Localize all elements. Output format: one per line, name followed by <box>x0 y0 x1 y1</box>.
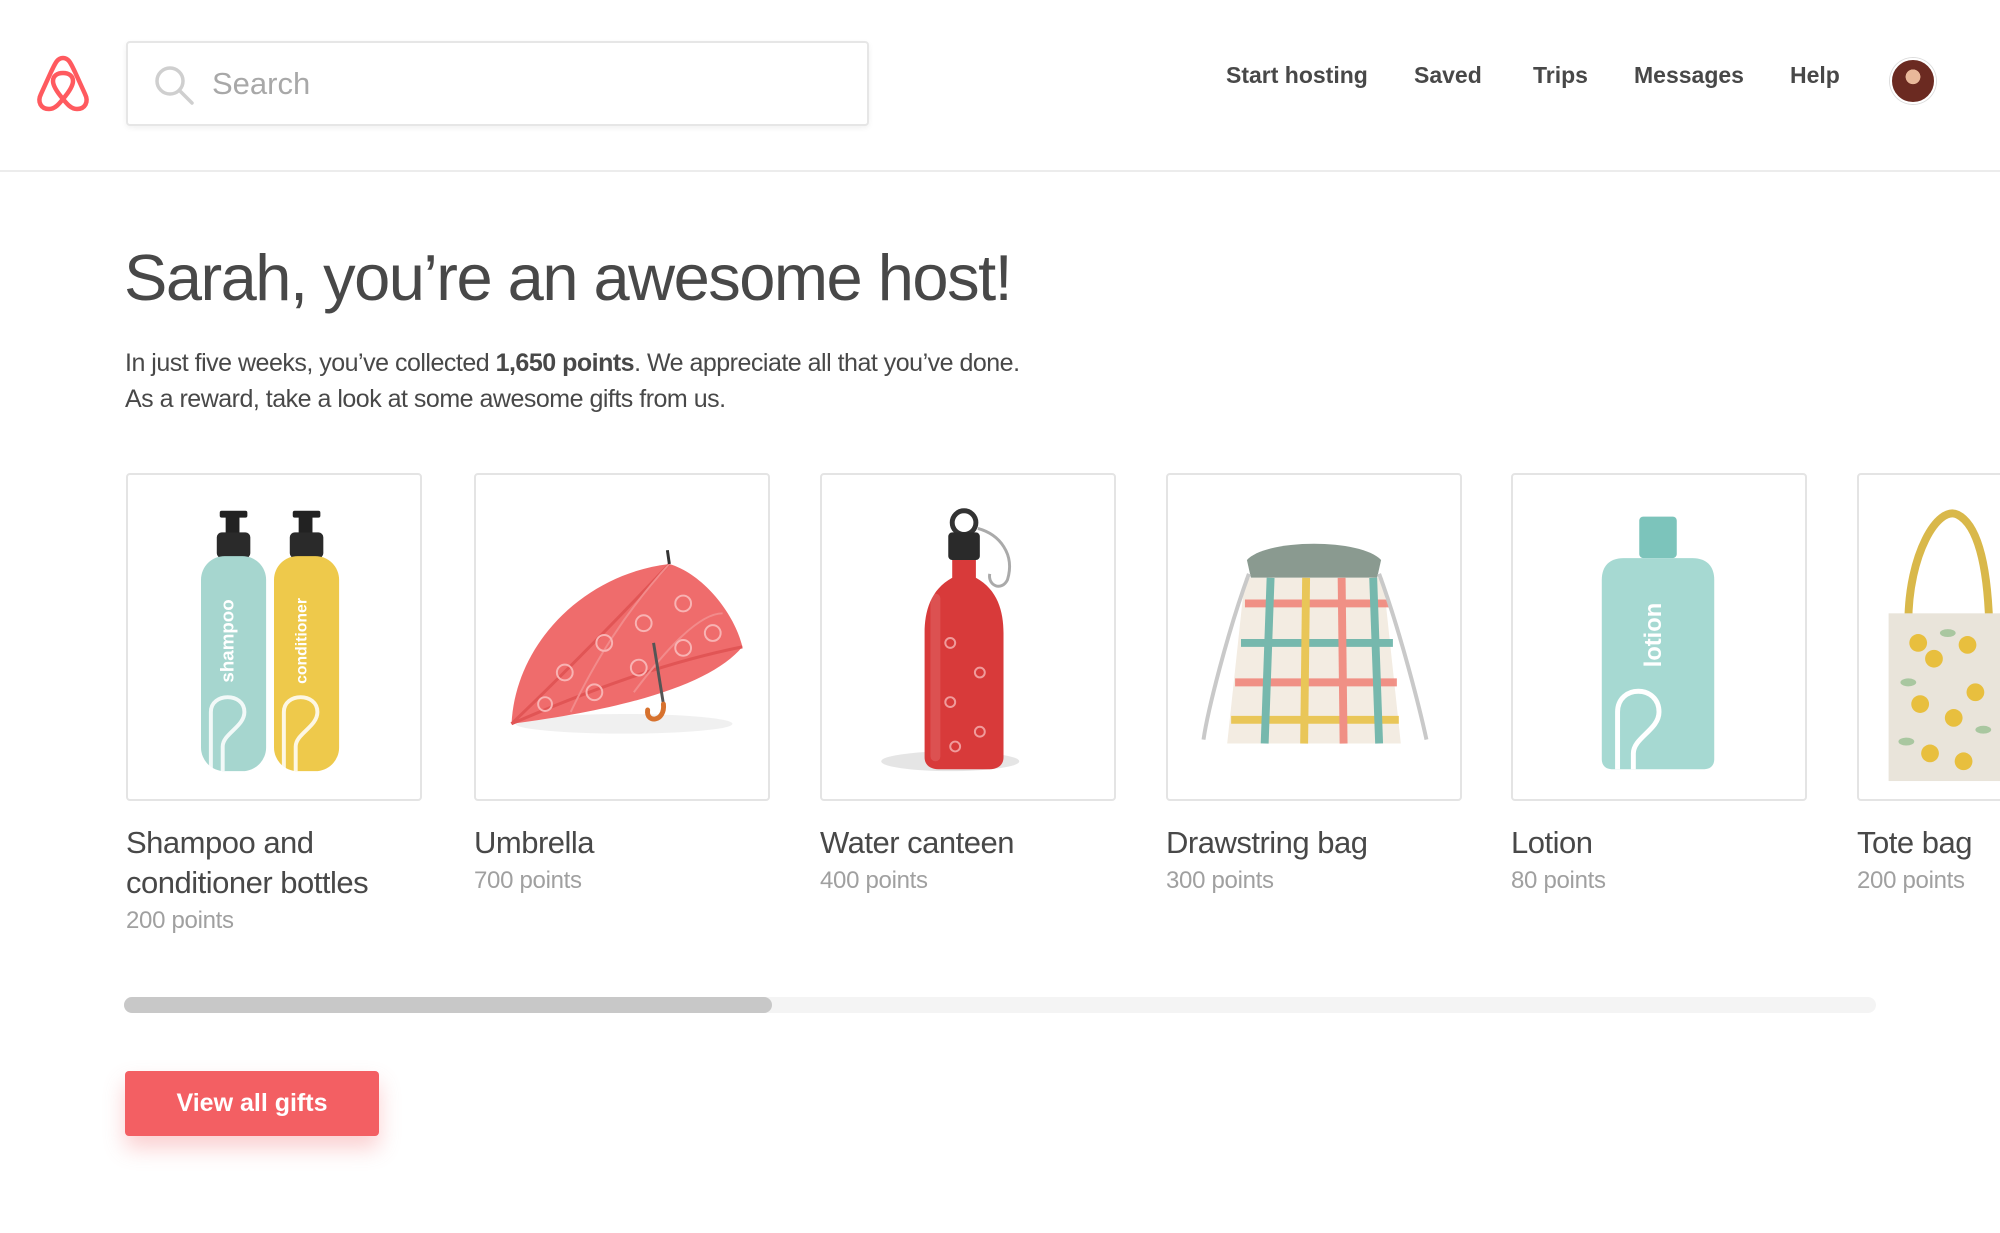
gift-points: 700 points <box>474 867 582 894</box>
drawstring-bag-icon <box>1201 543 1429 744</box>
tote-bag-icon <box>1888 509 2000 782</box>
gift-name: Water canteen <box>820 825 1014 860</box>
gift-image <box>820 473 1116 801</box>
gift-points: 200 points <box>1857 867 1965 894</box>
gift-name: Umbrella <box>474 825 595 860</box>
nav-trips[interactable]: Trips <box>1533 62 1588 89</box>
carousel-scrollbar-thumb[interactable] <box>124 997 773 1013</box>
gift-image: shampoo conditioner <box>126 473 422 801</box>
intro-text-start: In just five weeks, you’ve collected <box>125 349 496 377</box>
intro-text-end: . We appreciate all that you’ve done. <box>634 349 1020 377</box>
carousel-scrollbar[interactable] <box>124 997 1876 1013</box>
gift-points: 300 points <box>1166 867 1274 894</box>
nav-saved[interactable]: Saved <box>1414 62 1482 89</box>
page-title: Sarah, you’re an awesome host! <box>124 241 1013 314</box>
avatar[interactable] <box>1890 58 1936 104</box>
lotion-bottle-icon: lotion <box>1601 516 1715 770</box>
nav-messages[interactable]: Messages <box>1634 62 1744 89</box>
gift-image <box>474 473 770 801</box>
gift-card-drawstring-bag[interactable]: Drawstring bag 300 points <box>1166 473 1462 899</box>
bottle-label-lotion: lotion <box>1641 603 1667 667</box>
shampoo-conditioner-bottles-icon: shampoo conditioner <box>201 510 340 772</box>
bottle-label-conditioner: conditioner <box>294 598 311 684</box>
gift-name: Lotion <box>1511 825 1593 860</box>
bottle-label-shampoo: shampoo <box>217 599 238 682</box>
points-total: 1,650 points <box>495 349 635 377</box>
intro-text: In just five weeks, you’ve collected 1,6… <box>125 345 1225 417</box>
airbnb-logo-icon[interactable] <box>33 52 93 114</box>
search-icon <box>155 66 194 105</box>
gift-card-shampoo-conditioner[interactable]: shampoo conditioner Shampoo and conditio… <box>126 473 422 939</box>
gift-card-lotion[interactable]: lotion Lotion 80 points <box>1511 473 1807 899</box>
gift-name: Tote bag <box>1857 825 1972 860</box>
water-canteen-icon <box>881 508 1020 772</box>
gift-carousel: shampoo conditioner Shampoo and conditio… <box>0 473 2000 953</box>
gift-points: 200 points <box>126 907 234 934</box>
gift-image <box>1166 473 1462 801</box>
umbrella-icon <box>510 549 743 734</box>
gift-card-tote-bag[interactable]: Tote bag 200 points <box>1857 473 2000 899</box>
gift-image <box>1857 473 2000 801</box>
top-header: Start hosting Saved Trips Messages Help <box>0 0 2000 172</box>
gift-name: Shampoo and conditioner bottles <box>126 825 369 900</box>
nav-start-hosting[interactable]: Start hosting <box>1226 62 1368 89</box>
gift-points: 80 points <box>1511 867 1606 894</box>
intro-text-line2: As a reward, take a look at some awesome… <box>125 385 726 413</box>
gift-card-water-canteen[interactable]: Water canteen 400 points <box>820 473 1116 899</box>
nav-help[interactable]: Help <box>1790 62 1840 89</box>
gift-name: Drawstring bag <box>1166 825 1368 860</box>
gift-image: lotion <box>1511 473 1807 801</box>
search-input[interactable] <box>212 57 832 111</box>
gift-points: 400 points <box>820 867 928 894</box>
gift-card-umbrella[interactable]: Umbrella 700 points <box>474 473 770 899</box>
search-box[interactable] <box>126 41 869 126</box>
view-all-gifts-button[interactable]: View all gifts <box>125 1071 379 1136</box>
